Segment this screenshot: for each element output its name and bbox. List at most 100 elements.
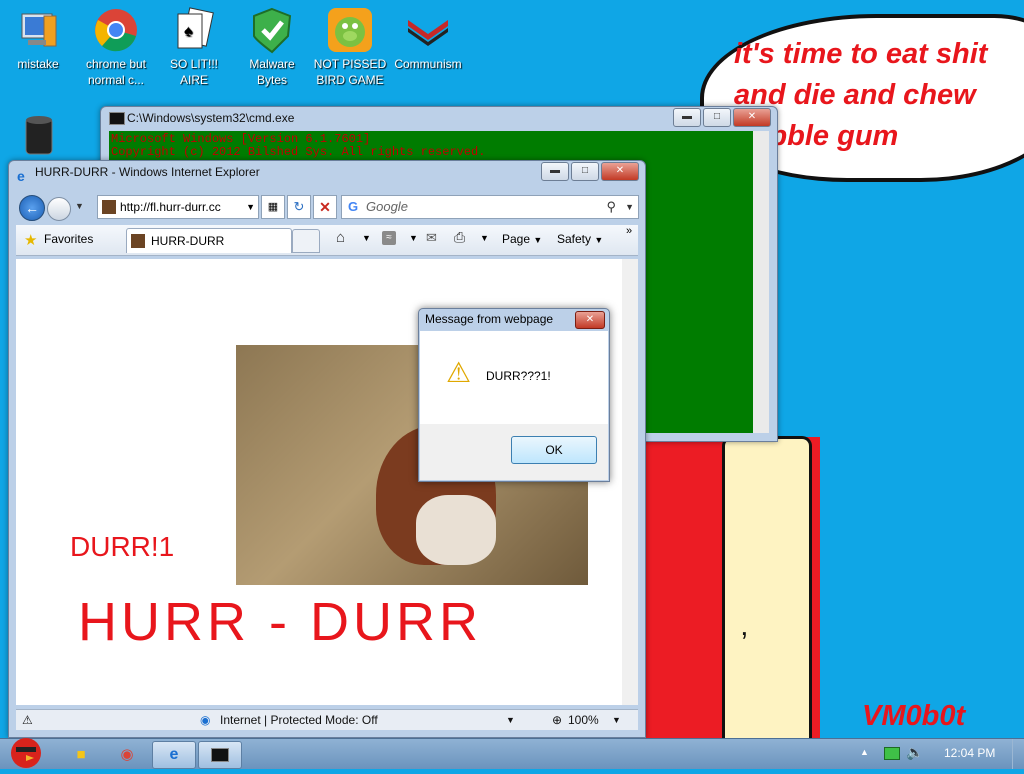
cmd-icon [211, 748, 229, 762]
angry-bird-icon [11, 738, 41, 768]
ie-icon: e [17, 168, 25, 183]
history-dropdown-icon[interactable]: ▼ [75, 201, 84, 211]
shield-icon [248, 6, 296, 54]
desktop-icon-communism[interactable]: Communism [390, 6, 466, 72]
cmd-icon [109, 112, 125, 125]
warning-icon: ⚠ [22, 713, 33, 727]
minimize-button[interactable]: ▬ [541, 162, 569, 181]
address-bar[interactable]: http://fl.hurr-durr.cc ▼ [97, 195, 259, 219]
desktop-icon-bird-game[interactable]: NOT PISSED BIRD GAME [312, 6, 388, 88]
chrome-icon: ◉ [120, 746, 134, 763]
page-menu[interactable]: Page ▼ [502, 232, 542, 246]
refresh-button[interactable]: ↻ [287, 195, 311, 219]
durr-text: DURR!1 [70, 531, 175, 562]
command-bar: ★ Favorites HURR-DURR ⌂ ▼ ≈ ▼ ✉ ⎙ ▼ Page… [16, 225, 638, 256]
new-tab-button[interactable] [292, 229, 320, 253]
search-placeholder: Google [366, 199, 408, 214]
show-hidden-icons[interactable]: ▲ [860, 747, 869, 757]
desktop-icon-mistake[interactable]: mistake [0, 6, 76, 72]
home-icon[interactable]: ⌂ [336, 229, 345, 246]
desktop-icon-solitaire[interactable]: ♠ SO LIT!!! AIRE [156, 6, 232, 88]
star-icon: ★ [24, 232, 38, 249]
taskbar: ■ ◉ e ▲ 🔈 12:04 PM [0, 738, 1024, 769]
feeds-dropdown-icon[interactable]: ▼ [409, 233, 418, 243]
search-icon[interactable]: ⚲ [606, 196, 616, 218]
clock[interactable]: 12:04 PM [944, 746, 995, 760]
taskbar-explorer[interactable]: ■ [60, 741, 102, 767]
tab-hurr-durr[interactable]: HURR-DURR [126, 228, 292, 253]
desktop-icon-chrome[interactable]: chrome but normal c... [78, 6, 154, 88]
search-box[interactable]: G Google ⚲ ▼ [341, 195, 639, 219]
desktop-icon-label: Communism [394, 57, 462, 71]
cmd-title-bar[interactable]: C:\Windows\system32\cmd.exe ▬ □ ✕ [101, 107, 777, 129]
feeds-icon[interactable]: ≈ [382, 231, 396, 245]
close-button[interactable]: ✕ [601, 162, 639, 181]
cmd-scrollbar[interactable] [753, 131, 769, 433]
desktop-icon-malwarebytes[interactable]: Malware Bytes [234, 6, 310, 88]
taskbar-chrome[interactable]: ◉ [106, 741, 148, 767]
zoom-icon: ⊕ [552, 713, 563, 727]
volume-icon[interactable]: 🔈 [906, 744, 923, 761]
start-button[interactable] [6, 733, 46, 769]
protected-mode-dropdown-icon[interactable]: ▼ [506, 710, 515, 730]
hurr-durr-heading: HURR - DURR [78, 592, 482, 652]
desktop-icon-label: Malware Bytes [249, 57, 295, 87]
page-scrollbar[interactable] [622, 259, 638, 705]
maximize-button[interactable]: □ [703, 108, 731, 127]
print-dropdown-icon[interactable]: ▼ [480, 233, 489, 243]
forward-button[interactable] [47, 197, 71, 221]
zoom-level[interactable]: 100% [568, 710, 599, 730]
back-button[interactable]: ← [19, 195, 45, 221]
solitaire-icon: ♠ [170, 6, 218, 54]
bird-game-icon [326, 6, 374, 54]
mail-icon[interactable]: ✉ [426, 230, 437, 246]
wallpaper-yellow-shape: ‚ [722, 436, 812, 759]
maximize-button[interactable]: □ [571, 162, 599, 181]
chrome-icon [92, 6, 140, 54]
dialog-close-button[interactable]: ✕ [575, 311, 605, 329]
address-dropdown-icon[interactable]: ▼ [246, 196, 255, 218]
favorites-button[interactable]: Favorites [44, 232, 93, 246]
computer-icon [14, 6, 62, 54]
ok-button[interactable]: OK [511, 436, 597, 464]
stop-button[interactable]: ✕ [313, 195, 337, 219]
wallpaper-signature: VM0b0t [862, 700, 966, 732]
globe-icon: ◉ [200, 713, 211, 727]
taskbar-cmd[interactable] [198, 741, 242, 769]
cmd-title: C:\Windows\system32\cmd.exe [127, 111, 295, 125]
desktop-icon-label: mistake [17, 57, 59, 71]
alert-dialog[interactable]: Message from webpage ✕ ⚠ DURR???1! OK [418, 308, 610, 482]
minimize-button[interactable]: ▬ [673, 108, 701, 127]
desktop-icon-label: NOT PISSED BIRD GAME [313, 57, 387, 87]
zone-text: Internet | Protected Mode: Off [220, 713, 378, 727]
ie-title: HURR-DURR - Windows Internet Explorer [35, 165, 260, 179]
show-desktop-button[interactable] [1012, 739, 1024, 769]
dialog-title: Message from webpage [425, 312, 554, 326]
desktop-icon-label: SO LIT!!! AIRE [169, 57, 218, 87]
taskbar-internet-explorer[interactable]: e [152, 741, 196, 769]
dialog-message: DURR???1! [486, 369, 551, 383]
network-icon[interactable] [884, 747, 900, 760]
zoom-dropdown-icon[interactable]: ▼ [612, 710, 621, 730]
dialog-body: ⚠ DURR???1! [420, 331, 608, 424]
site-favicon [102, 200, 116, 214]
ie-title-bar[interactable]: e HURR-DURR - Windows Internet Explorer … [9, 161, 645, 183]
address-text: http://fl.hurr-durr.cc [120, 200, 221, 214]
print-icon[interactable]: ⎙ [454, 229, 465, 246]
safety-menu[interactable]: Safety ▼ [557, 232, 603, 246]
google-icon: G [348, 199, 359, 214]
close-button[interactable]: ✕ [733, 108, 771, 127]
desktop-icon-label: chrome but normal c... [85, 57, 147, 87]
more-chevron-icon[interactable]: » [626, 225, 632, 237]
svg-text:♠: ♠ [184, 23, 193, 40]
trash-icon [14, 110, 62, 158]
home-dropdown-icon[interactable]: ▼ [362, 233, 371, 243]
tab-favicon [131, 234, 145, 248]
status-bar: ⚠ ◉ Internet | Protected Mode: Off ▼ ⊕ 1… [16, 709, 638, 730]
desktop-icon-recycle-bin[interactable] [0, 110, 76, 160]
warning-icon: ⚠ [446, 357, 472, 388]
search-dropdown-icon[interactable]: ▼ [625, 196, 634, 218]
flag-icon [404, 6, 452, 54]
cmd-line: Copyright (c) 2012 Bilshed Sys. All righ… [111, 145, 486, 159]
compat-view-button[interactable]: ▦ [261, 195, 285, 219]
